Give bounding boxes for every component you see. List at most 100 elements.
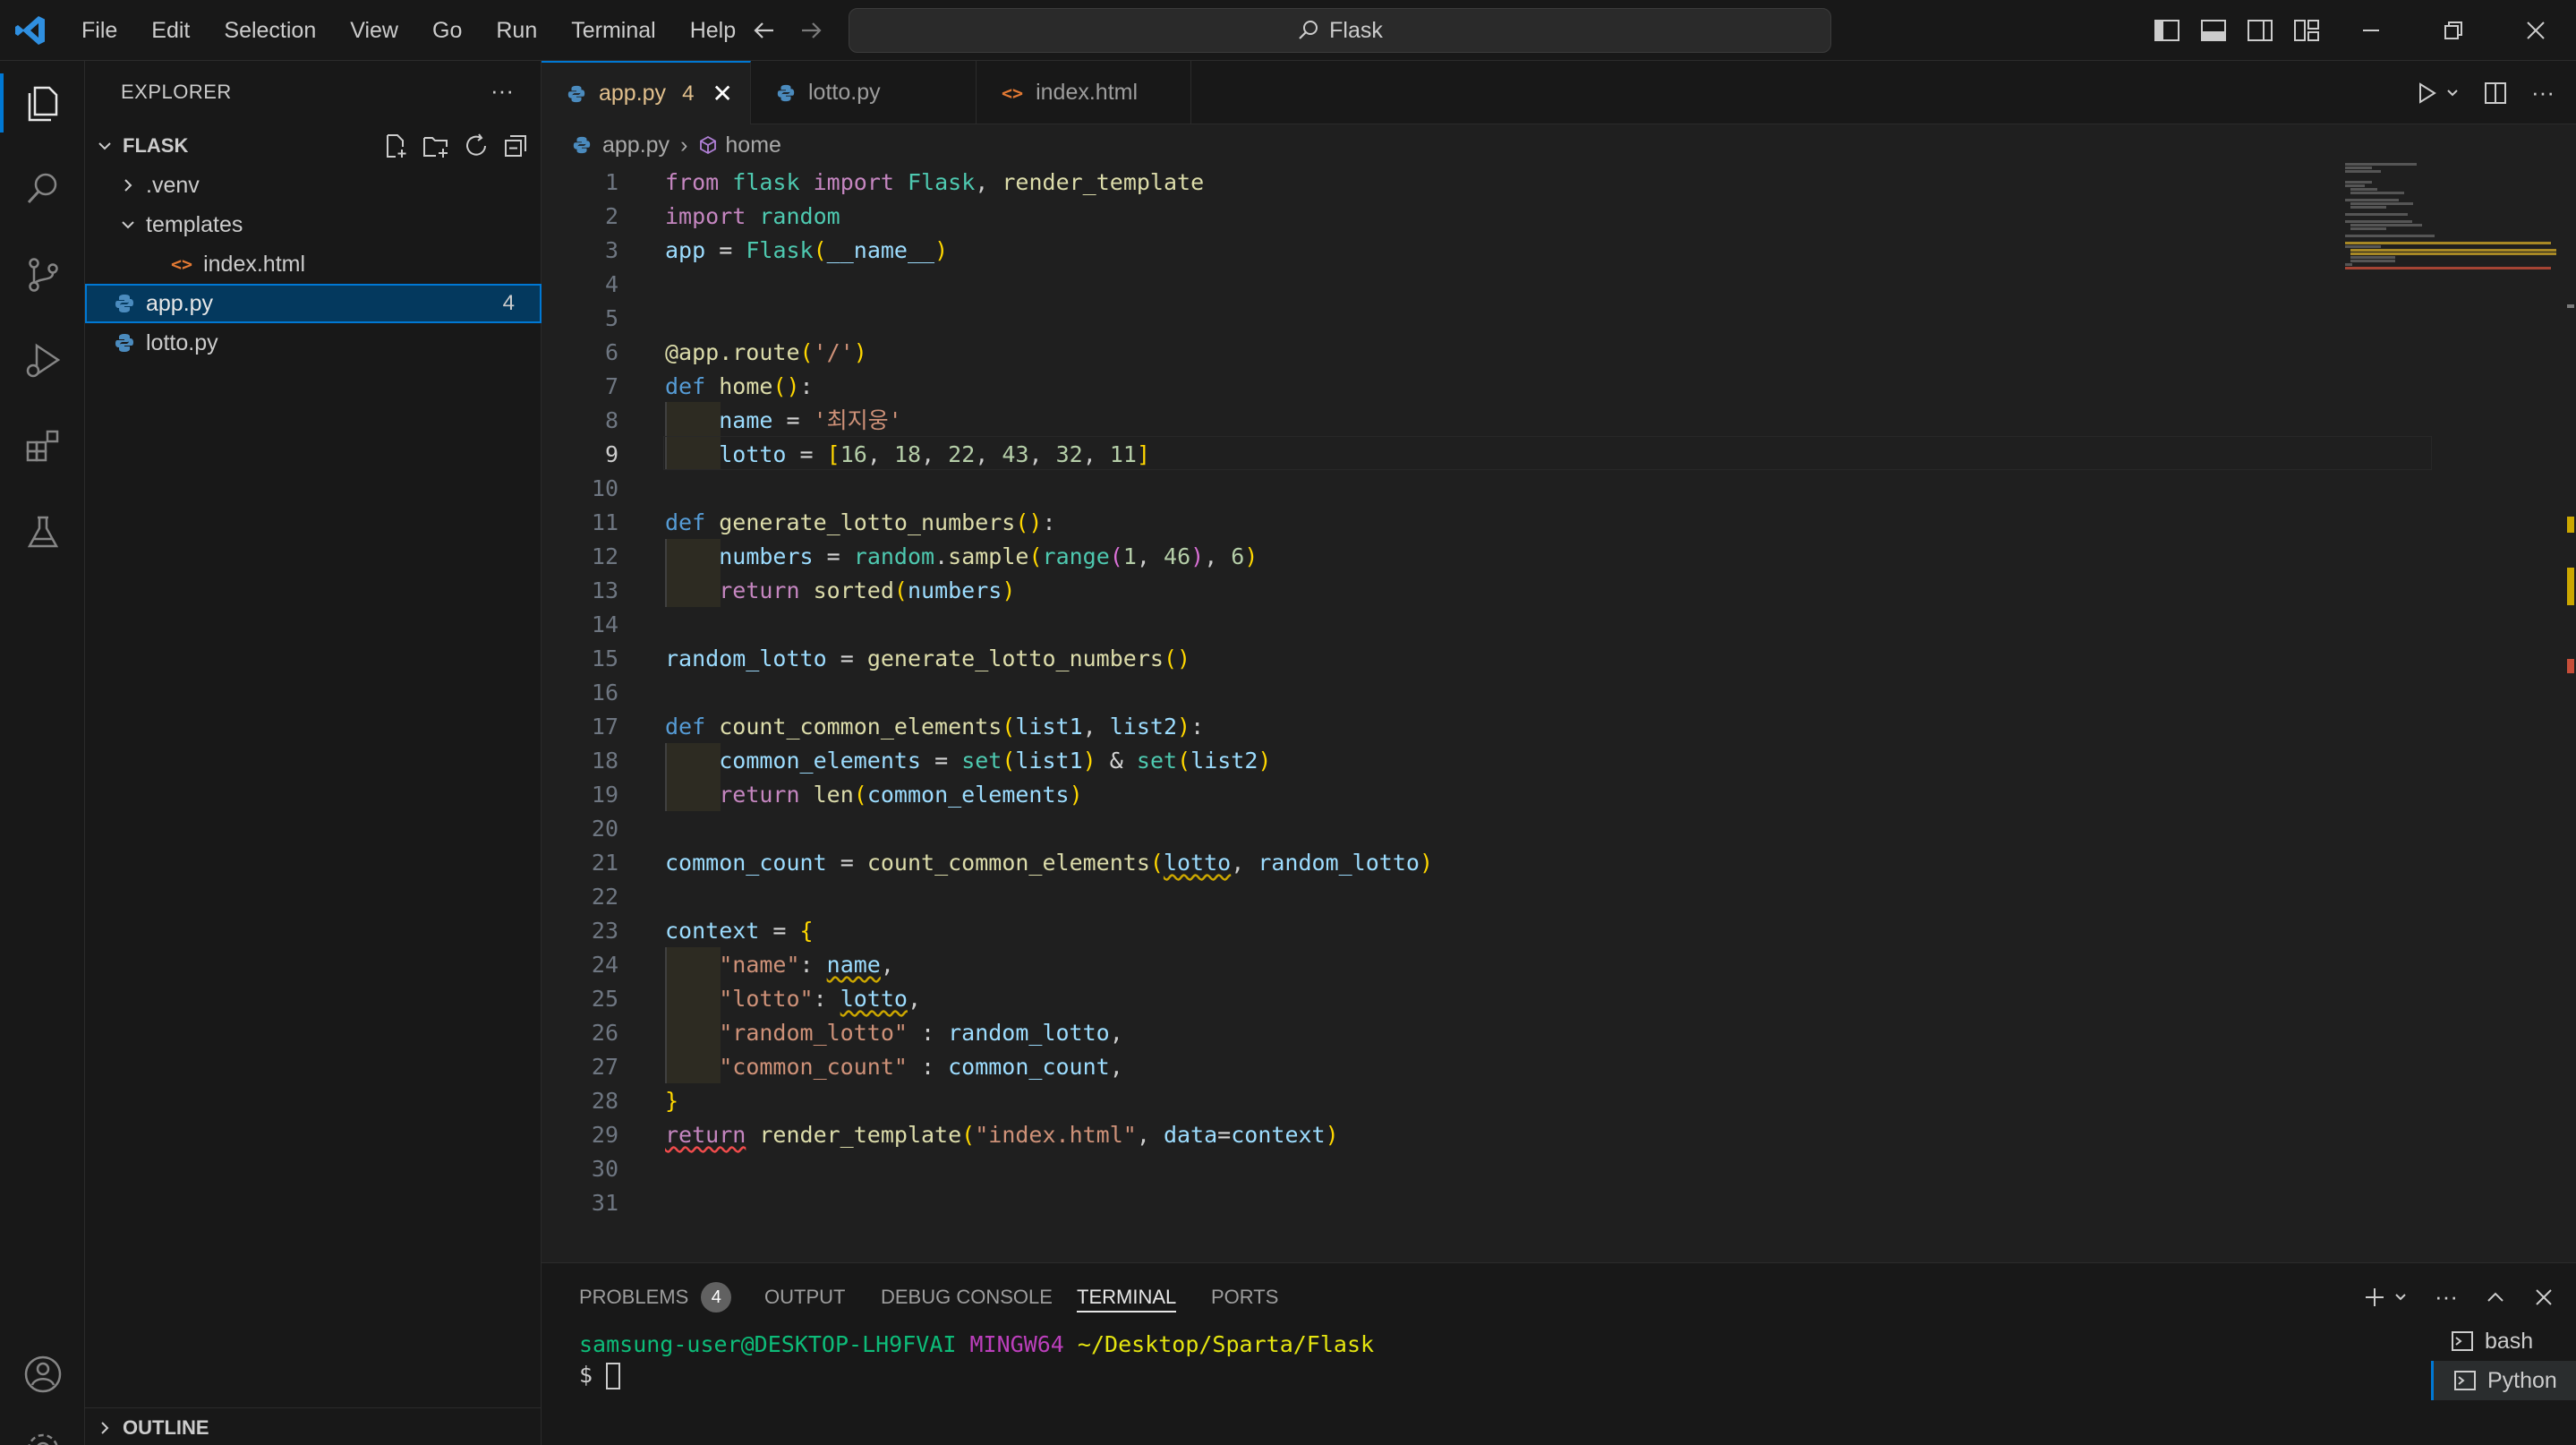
source-control-icon[interactable] <box>0 233 85 317</box>
python-file-icon <box>115 334 133 352</box>
new-terminal-icon[interactable] <box>2363 1286 2386 1309</box>
line-number: 28 <box>591 1088 618 1114</box>
close-window-icon[interactable] <box>2513 0 2558 61</box>
code-line: 10 <box>542 472 2332 506</box>
menu-terminal[interactable]: Terminal <box>554 0 672 61</box>
tab-app-py[interactable]: app.py 4 ✕ <box>542 61 751 124</box>
close-panel-icon[interactable] <box>2533 1287 2555 1308</box>
tab-ports[interactable]: PORTS <box>1211 1263 1278 1330</box>
menu-selection[interactable]: Selection <box>207 0 333 61</box>
restore-icon[interactable] <box>2431 0 2476 61</box>
forward-arrow-icon[interactable] <box>793 13 829 48</box>
toggle-panel-icon[interactable] <box>2191 0 2236 61</box>
tab-lotto-py[interactable]: lotto.py <box>751 61 977 124</box>
root-folder-label: FLASK <box>123 134 189 157</box>
terminal-item-python[interactable]: Python <box>2431 1361 2576 1400</box>
bottom-panel: PROBLEMS 4 OUTPUT DEBUG CONSOLE TERMINAL… <box>542 1262 2576 1445</box>
tree-item-label: templates <box>146 211 243 237</box>
html-file-icon: <> <box>171 253 193 275</box>
minimize-icon[interactable] <box>2349 0 2393 61</box>
more-actions-icon[interactable]: ··· <box>490 77 514 105</box>
tab-debug-console[interactable]: DEBUG CONSOLE <box>881 1263 1053 1330</box>
line-number: 2 <box>604 203 618 229</box>
breadcrumb-file[interactable]: app.py <box>602 133 670 158</box>
editor-tabs: app.py 4 ✕ lotto.py <> index.html ··· <box>542 61 2576 124</box>
tree-item-lotto-py[interactable]: lotto.py <box>85 323 542 363</box>
line-number: 19 <box>591 782 618 808</box>
code-line: 23 context = { <box>542 914 2332 948</box>
manage-gear-icon[interactable] <box>0 1407 85 1445</box>
menu-run[interactable]: Run <box>479 0 554 61</box>
tree-item-index-html[interactable]: <> index.html <box>85 244 542 284</box>
code-line: 18 common_elements = set(list1) & set(li… <box>542 744 2332 778</box>
line-number: 24 <box>591 952 618 978</box>
refresh-icon[interactable] <box>463 133 490 159</box>
menu-help[interactable]: Help <box>673 0 753 61</box>
tab-label: index.html <box>1036 80 1139 105</box>
menu-view[interactable]: View <box>333 0 415 61</box>
customize-layout-icon[interactable] <box>2284 0 2329 61</box>
extensions-icon[interactable] <box>0 405 85 489</box>
tab-problems[interactable]: PROBLEMS 4 <box>579 1263 732 1330</box>
tree-item-templates[interactable]: templates <box>85 205 542 244</box>
terminal-item-bash[interactable]: bash <box>2431 1321 2576 1361</box>
run-and-debug-icon[interactable] <box>0 319 85 403</box>
scrollbar-thumb[interactable] <box>2567 304 2574 308</box>
more-actions-icon[interactable]: ··· <box>2531 79 2555 107</box>
run-python-icon[interactable] <box>2415 81 2438 105</box>
line-number: 15 <box>591 646 618 671</box>
chevron-down-icon[interactable] <box>2445 86 2460 100</box>
code-line: 28} <box>542 1084 2332 1118</box>
new-folder-icon[interactable] <box>422 133 450 159</box>
more-actions-icon[interactable]: ··· <box>2435 1283 2458 1311</box>
tree-item-label: index.html <box>203 251 306 277</box>
tree-item-venv[interactable]: .venv <box>85 166 542 205</box>
vscode-logo-icon <box>15 16 45 45</box>
menu-bar: File Edit Selection View Go Run Terminal… <box>64 0 753 61</box>
explorer-icon[interactable] <box>0 61 85 145</box>
code-line: 21 common_count = count_common_elements(l… <box>542 846 2332 880</box>
tree-item-app-py[interactable]: app.py 4 <box>85 284 542 323</box>
warning-marker <box>2567 568 2574 605</box>
toggle-secondary-sidebar-icon[interactable] <box>2238 0 2282 61</box>
breadcrumb-symbol[interactable]: home <box>725 133 781 158</box>
code-line: 4 <box>542 268 2332 302</box>
terminal-prompt-line[interactable]: samsung-user@DESKTOP-LH9FVAI MINGW64 ~/D… <box>579 1331 1374 1357</box>
terminal-item-label: bash <box>2485 1328 2534 1354</box>
tab-label: app.py <box>599 81 667 106</box>
new-file-icon[interactable] <box>382 133 409 159</box>
toggle-primary-sidebar-icon[interactable] <box>2145 0 2189 61</box>
code-line: 1 from flask import Flask, render_templat… <box>542 166 2332 200</box>
line-number: 25 <box>591 986 618 1012</box>
maximize-panel-icon[interactable] <box>2485 1287 2506 1308</box>
chevron-down-icon[interactable] <box>2393 1290 2408 1304</box>
minimap[interactable] <box>2336 152 2569 313</box>
panel-tab-label: PORTS <box>1211 1285 1279 1308</box>
tab-output[interactable]: OUTPUT <box>764 1263 845 1330</box>
accounts-icon[interactable] <box>0 1332 85 1416</box>
menu-file[interactable]: File <box>64 0 134 61</box>
tab-label: lotto.py <box>808 80 881 105</box>
menu-go[interactable]: Go <box>415 0 479 61</box>
tab-index-html[interactable]: <> index.html <box>977 61 1191 124</box>
line-number: 13 <box>591 577 618 603</box>
code-line: 6 @app.route('/') <box>542 336 2332 370</box>
terminal-input-line[interactable]: $ <box>579 1362 621 1389</box>
split-editor-icon[interactable] <box>2483 81 2508 106</box>
command-center-search[interactable]: Flask <box>849 8 1831 53</box>
menu-edit[interactable]: Edit <box>134 0 207 61</box>
panel-tab-label: OUTPUT <box>764 1285 846 1308</box>
code-editor[interactable]: 1 from flask import Flask, render_templat… <box>542 166 2576 1262</box>
search-view-icon[interactable] <box>0 147 85 231</box>
folder-root[interactable]: FLASK <box>85 126 542 166</box>
code-line: 30 <box>542 1152 2332 1186</box>
tab-terminal[interactable]: TERMINAL <box>1077 1263 1177 1330</box>
python-file-icon <box>573 136 591 154</box>
code-line: 31 <box>542 1186 2332 1220</box>
collapse-all-icon[interactable] <box>502 133 529 159</box>
testing-icon[interactable] <box>0 491 85 575</box>
close-icon[interactable]: ✕ <box>712 79 732 108</box>
back-arrow-icon[interactable] <box>746 13 782 48</box>
outline-section[interactable]: OUTLINE <box>85 1407 542 1445</box>
explorer-sidebar: EXPLORER ··· FLASK .venv templates <> in… <box>85 61 542 1445</box>
